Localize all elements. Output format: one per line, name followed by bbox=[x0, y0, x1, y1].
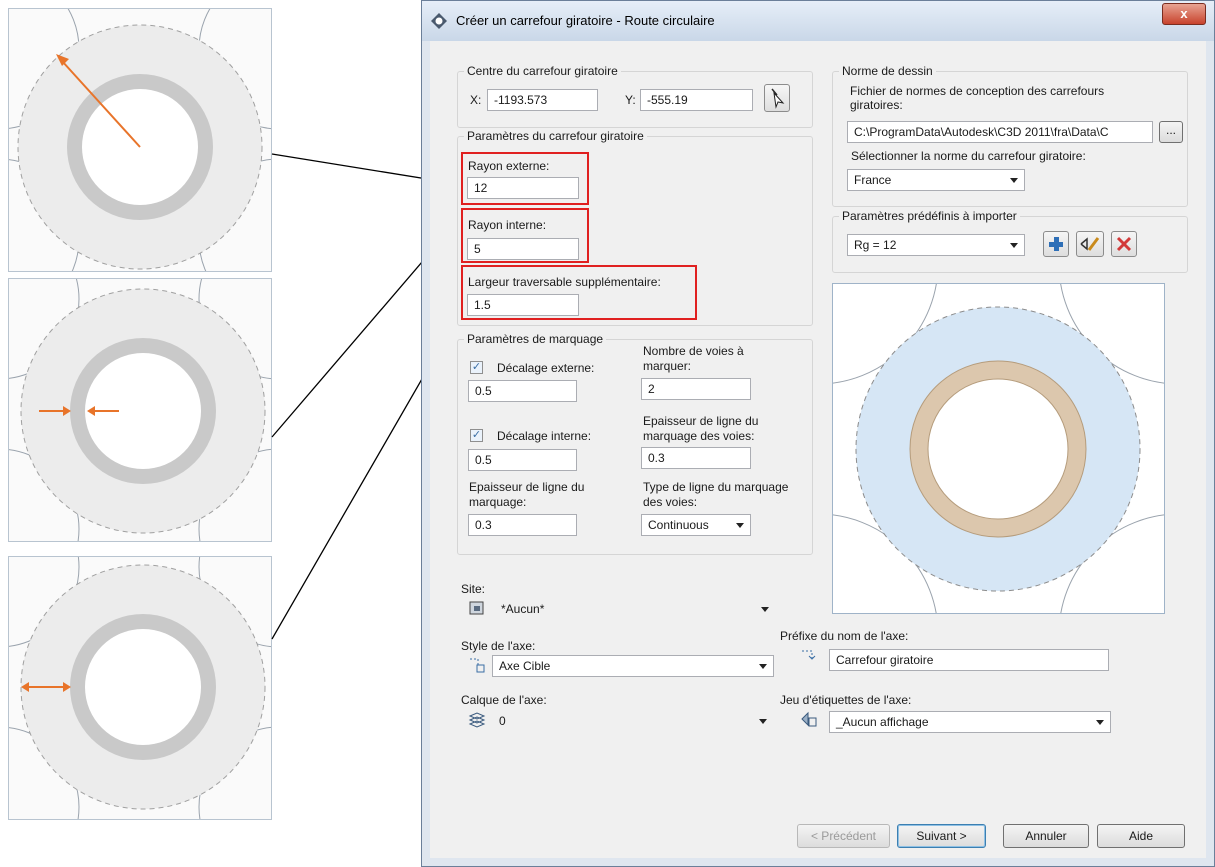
standard-group-label: Norme de dessin bbox=[839, 64, 936, 78]
lanes-field[interactable]: 2 bbox=[641, 378, 751, 400]
browse-button[interactable]: ... bbox=[1159, 121, 1183, 143]
site-label: Site: bbox=[461, 582, 486, 596]
y-field[interactable]: -555.19 bbox=[640, 89, 753, 111]
line-type-label-line2: des voies: bbox=[643, 495, 698, 509]
axis-layer-label: Calque de l'axe: bbox=[461, 693, 547, 707]
outer-offset-checkbox[interactable]: ✓ bbox=[470, 361, 483, 374]
site-icon bbox=[469, 601, 484, 615]
label-set-value: _Aucun affichage bbox=[836, 715, 929, 729]
next-button[interactable]: Suivant > bbox=[897, 824, 986, 848]
lanes-label-line1: Nombre de voies à bbox=[643, 344, 744, 358]
y-label: Y: bbox=[625, 93, 636, 107]
axis-layer-select[interactable]: 0 bbox=[492, 710, 774, 732]
lane-thickness-label-line2: marquage des voies: bbox=[643, 429, 755, 443]
axis-style-select[interactable]: Axe Cible bbox=[492, 655, 774, 677]
close-button[interactable]: x bbox=[1162, 3, 1206, 25]
axis-prefix-icon bbox=[802, 650, 816, 660]
parameters-group-label: Paramètres du carrefour giratoire bbox=[464, 129, 647, 143]
x-label: X: bbox=[470, 93, 482, 107]
x-field[interactable]: -1193.573 bbox=[487, 89, 598, 111]
lane-thickness-label-line1: Epaisseur de ligne du bbox=[643, 414, 759, 428]
inner-radius-highlight bbox=[461, 208, 589, 263]
inner-offset-checkbox[interactable]: ✓ bbox=[470, 429, 483, 442]
roundabout-icon bbox=[431, 13, 447, 29]
site-select[interactable]: *Aucun* bbox=[494, 598, 776, 620]
standard-select[interactable]: France bbox=[847, 169, 1025, 191]
line-type-select[interactable]: Continuous bbox=[641, 514, 751, 536]
help-button[interactable]: Aide bbox=[1097, 824, 1185, 848]
line-thickness-label-line2: marquage: bbox=[469, 495, 527, 509]
inner-offset-field[interactable]: 0.5 bbox=[468, 449, 577, 471]
label-set-icon bbox=[801, 711, 817, 727]
edit-preset-button[interactable] bbox=[1076, 231, 1104, 257]
presets-select-value: Rg = 12 bbox=[854, 238, 897, 252]
axis-style-value: Axe Cible bbox=[499, 659, 551, 673]
cancel-button[interactable]: Annuler bbox=[1003, 824, 1089, 848]
title-bar[interactable]: Créer un carrefour giratoire - Route cir… bbox=[422, 1, 1214, 41]
line-type-label-line1: Type de ligne du marquage bbox=[643, 480, 789, 494]
chevron-down-icon bbox=[1010, 178, 1018, 183]
plus-icon bbox=[1049, 237, 1063, 251]
inner-offset-label: Décalage interne: bbox=[497, 429, 592, 443]
centre-group-label: Centre du carrefour giratoire bbox=[464, 64, 621, 78]
axis-prefix-label: Préfixe du nom de l'axe: bbox=[780, 629, 909, 643]
pick-point-icon bbox=[771, 88, 785, 109]
previous-button[interactable]: < Précédent bbox=[797, 824, 890, 848]
extra-width-highlight bbox=[461, 265, 697, 320]
delete-icon bbox=[1116, 236, 1132, 252]
standard-select-value: France bbox=[854, 173, 892, 187]
edit-icon bbox=[1080, 237, 1100, 251]
standard-file-field[interactable]: C:\ProgramData\Autodesk\C3D 2011\fra\Dat… bbox=[847, 121, 1153, 143]
marking-group-label: Paramètres de marquage bbox=[464, 332, 607, 346]
presets-select[interactable]: Rg = 12 bbox=[847, 234, 1025, 256]
pick-point-button[interactable] bbox=[764, 84, 790, 112]
preview-diagram bbox=[833, 284, 1164, 613]
dialog-title: Créer un carrefour giratoire - Route cir… bbox=[456, 13, 715, 28]
axis-style-icon bbox=[470, 658, 485, 673]
line-type-value: Continuous bbox=[648, 518, 709, 532]
axis-layer-value: 0 bbox=[499, 714, 506, 728]
dialog-body: Centre du carrefour giratoire X: -1193.5… bbox=[430, 41, 1206, 858]
roundabout-dialog: Créer un carrefour giratoire - Route cir… bbox=[421, 0, 1215, 867]
standard-file-label-line1: Fichier de normes de conception des carr… bbox=[850, 84, 1105, 98]
chevron-down-icon bbox=[1010, 243, 1018, 248]
chevron-down-icon bbox=[759, 719, 767, 724]
roundabout-preview bbox=[832, 283, 1165, 614]
chevron-down-icon bbox=[759, 664, 767, 669]
lanes-label-line2: marquer: bbox=[643, 359, 692, 373]
label-set-label: Jeu d'étiquettes de l'axe: bbox=[780, 693, 912, 707]
lane-thickness-field[interactable]: 0.3 bbox=[641, 447, 751, 469]
axis-prefix-field[interactable]: Carrefour giratoire bbox=[829, 649, 1109, 671]
presets-group-label: Paramètres prédéfinis à importer bbox=[839, 209, 1020, 223]
standard-file-label-line2: giratoires: bbox=[850, 98, 903, 112]
chevron-down-icon bbox=[1096, 720, 1104, 725]
label-set-select[interactable]: _Aucun affichage bbox=[829, 711, 1111, 733]
outer-offset-field[interactable]: 0.5 bbox=[468, 380, 577, 402]
line-thickness-label-line1: Epaisseur de ligne du bbox=[469, 480, 585, 494]
line-thickness-field[interactable]: 0.3 bbox=[468, 514, 577, 536]
layers-icon bbox=[468, 712, 486, 728]
outer-offset-label: Décalage externe: bbox=[497, 361, 595, 375]
standard-select-label: Sélectionner la norme du carrefour girat… bbox=[851, 149, 1086, 163]
outer-radius-highlight bbox=[461, 152, 589, 205]
delete-preset-button[interactable] bbox=[1111, 231, 1137, 257]
chevron-down-icon bbox=[736, 523, 744, 528]
add-preset-button[interactable] bbox=[1043, 231, 1069, 257]
site-select-value: *Aucun* bbox=[501, 602, 545, 616]
chevron-down-icon bbox=[761, 607, 769, 612]
axis-style-label: Style de l'axe: bbox=[461, 639, 536, 653]
